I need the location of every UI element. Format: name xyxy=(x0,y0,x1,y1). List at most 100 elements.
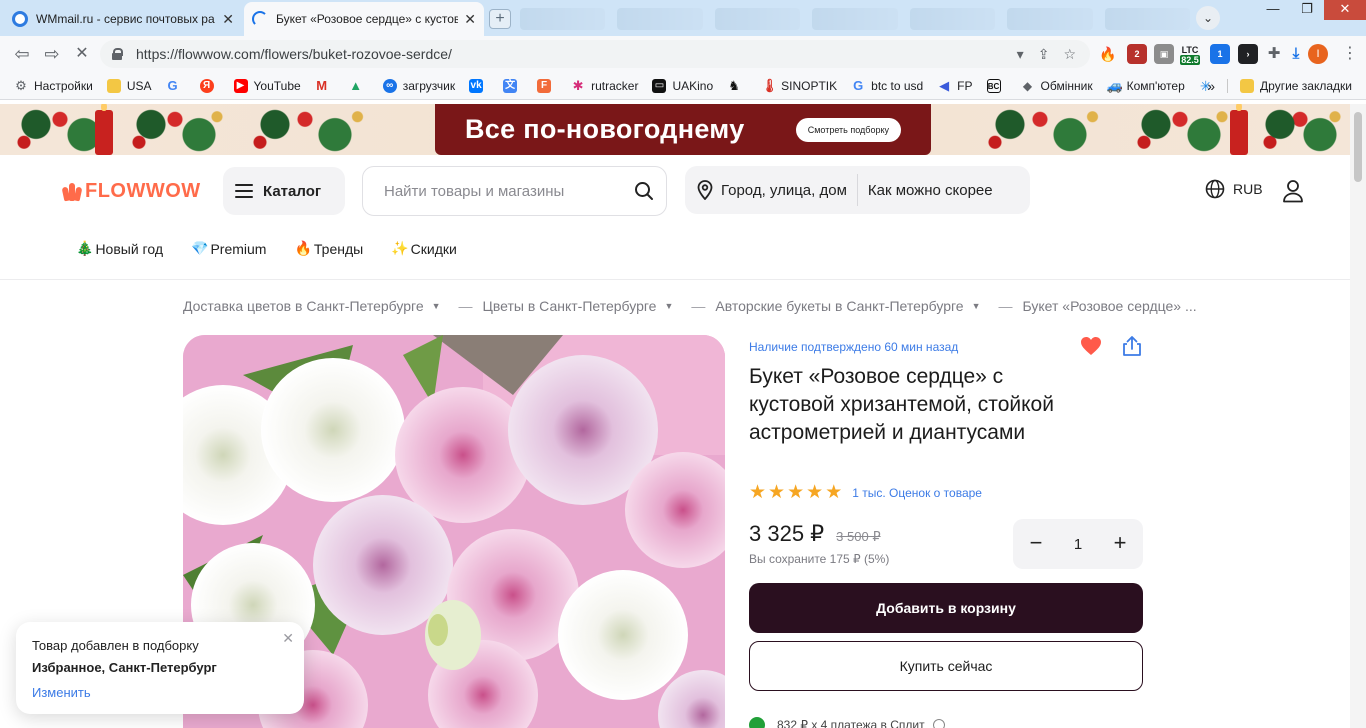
breadcrumb-flowers[interactable]: Цветы в Санкт-Петербурге ▼ xyxy=(483,298,674,314)
tab-title: WMmail.ru - сервис почтовых ра xyxy=(36,12,215,26)
breadcrumb-current: Букет «Розовое сердце» ... xyxy=(1023,298,1197,314)
bookmark-settings[interactable]: ⚙ Настройки xyxy=(14,77,93,93)
bookmark-usa[interactable]: USA xyxy=(106,78,152,93)
category-trends[interactable]: 🔥 Тренды xyxy=(294,240,363,257)
split-text: 832 ₽ x 4 платежа в Сплит xyxy=(777,718,925,728)
breadcrumb: Доставка цветов в Санкт-Петербурге ▼ — Цв… xyxy=(183,298,1197,314)
downloads-icon[interactable]: ⤓ xyxy=(1286,44,1306,64)
browser-menu-icon[interactable]: ⋮ xyxy=(1340,42,1360,66)
bookmark-bc[interactable]: BC xyxy=(986,78,1007,93)
address-label[interactable]: Город, улица, дом xyxy=(721,182,847,199)
search-icon[interactable] xyxy=(634,181,654,201)
delivery-time-label[interactable]: Как можно скорее xyxy=(868,182,993,199)
category-premium[interactable]: 💎 Premium xyxy=(191,240,266,257)
other-bookmarks-label[interactable]: Другие закладки xyxy=(1260,79,1352,93)
shield-extension-icon[interactable]: 2 xyxy=(1127,44,1147,64)
close-tab-icon[interactable]: ✕ xyxy=(464,11,476,28)
back-icon[interactable]: ⇦ xyxy=(10,43,34,65)
window-close-button[interactable]: ✕ xyxy=(1324,0,1366,20)
category-label: Скидки xyxy=(410,240,457,257)
currency-selector[interactable]: RUB xyxy=(1205,179,1263,199)
delivery-location-selector[interactable]: Город, улица, дом Как можно скорее xyxy=(685,166,1030,214)
bookmark-youtube[interactable]: ▶ YouTube xyxy=(233,78,301,93)
gear-icon: ⚙ xyxy=(15,77,27,93)
bookmark-drive[interactable]: ▲ xyxy=(349,78,369,93)
buy-now-button[interactable]: Купить сейчас xyxy=(749,641,1143,691)
category-new-year[interactable]: 🎄 Новый год xyxy=(76,240,163,257)
catalog-button[interactable]: Каталог xyxy=(223,167,345,215)
vk-icon: vk xyxy=(469,78,484,93)
bookmark-rutracker[interactable]: ✱ rutracker xyxy=(571,78,639,93)
bookmark-translate[interactable]: 文 xyxy=(503,78,523,93)
bookmark-obminnik[interactable]: ◆ Обмінник xyxy=(1021,79,1093,93)
bookmark-computer[interactable]: 🚙 Комп'ютер xyxy=(1106,77,1185,93)
location-pin-icon xyxy=(697,180,713,200)
add-to-cart-button[interactable]: Добавить в корзину xyxy=(749,583,1143,633)
split-payment-info[interactable]: 832 ₽ x 4 платежа в Сплит xyxy=(749,717,945,728)
terminal-extension-icon[interactable]: › xyxy=(1238,44,1258,64)
scrollbar-thumb[interactable] xyxy=(1354,112,1362,182)
breadcrumb-author-bouquets[interactable]: Авторские букеты в Санкт-Петербурге ▼ xyxy=(715,298,980,314)
decrease-quantity-button[interactable]: − xyxy=(1023,531,1049,557)
user-profile-icon[interactable] xyxy=(1282,179,1304,203)
info-icon[interactable] xyxy=(932,719,945,728)
maximize-button[interactable]: ❐ xyxy=(1290,0,1324,20)
breadcrumb-delivery[interactable]: Доставка цветов в Санкт-Петербурге ▼ xyxy=(183,298,441,314)
browser-tab-flowwow[interactable]: Букет «Розовое сердце» с кустов ✕ xyxy=(244,2,484,36)
favorite-heart-icon[interactable] xyxy=(1080,336,1102,356)
tab-title: Букет «Розовое сердце» с кустов xyxy=(276,12,459,26)
close-tab-icon[interactable]: ✕ xyxy=(222,11,234,28)
bookmark-sinoptik[interactable]: 🌡 SINOPTIK xyxy=(761,77,837,93)
minimize-button[interactable]: — xyxy=(1256,0,1290,20)
bookmark-label: FP xyxy=(957,78,973,93)
reviews-link[interactable]: 1 тыс. Оценок о товаре xyxy=(852,486,982,500)
browser-tab-wmmail[interactable]: WMmail.ru - сервис почтовых ра ✕ xyxy=(4,2,242,36)
bookmark-label: USA xyxy=(126,78,152,93)
profile-avatar[interactable]: I xyxy=(1308,44,1328,64)
new-tab-button[interactable]: + xyxy=(489,9,511,29)
thermometer-icon: 🌡 xyxy=(761,77,778,93)
category-discounts[interactable]: ✨ Скидки xyxy=(391,240,457,257)
dropdown-arrow-icon[interactable]: ▾ xyxy=(1017,46,1024,63)
bookmark-google[interactable]: G xyxy=(166,78,186,93)
address-bar[interactable]: https://flowwow.com/flowers/buket-rozovo… xyxy=(100,40,1090,68)
share-icon[interactable]: ⇪ xyxy=(1038,46,1050,63)
wmmail-favicon-icon xyxy=(12,11,28,27)
tab-search-button[interactable]: ⌄ xyxy=(1196,6,1220,30)
bookmark-f[interactable]: F xyxy=(537,78,557,93)
fire-extension-icon[interactable]: 🔥 xyxy=(1098,44,1118,64)
page-scrollbar[interactable] xyxy=(1350,104,1366,728)
bookmark-fp[interactable]: ◀ FP xyxy=(937,78,973,93)
stop-loading-icon[interactable]: ✕ xyxy=(70,43,94,65)
extensions-puzzle-icon[interactable]: ✚ xyxy=(1264,44,1284,64)
increase-quantity-button[interactable]: + xyxy=(1107,531,1133,557)
search-input[interactable]: Найти товары и магазины xyxy=(362,166,667,216)
candle-decoration xyxy=(95,104,113,155)
toast-change-link[interactable]: Изменить xyxy=(32,685,91,700)
bookmark-vk[interactable]: vk xyxy=(469,78,489,93)
bookmark-btc-to-usd[interactable]: Gbtc to usd xyxy=(851,78,923,93)
promo-banner[interactable]: Все по-новогоднему Смотреть подборку xyxy=(0,104,1366,155)
car-icon: 🚙 xyxy=(1106,77,1123,93)
chevron-down-icon: ▼ xyxy=(431,301,441,311)
added-to-collection-toast: Товар добавлен в подборку Избранное, Сан… xyxy=(16,622,304,714)
bookmark-uakino[interactable]: ▭ UAKino xyxy=(652,78,713,93)
bookmark-label: Комп'ютер xyxy=(1126,78,1185,93)
banner-view-collection-button[interactable]: Смотреть подборку xyxy=(795,118,901,142)
close-icon[interactable]: ✕ xyxy=(282,630,294,647)
bookmark-chess[interactable]: ♞ xyxy=(727,78,747,93)
bookmark-yandex[interactable]: Я xyxy=(199,78,220,93)
forward-icon[interactable]: ⇨ xyxy=(40,43,64,65)
ltc-price-extension[interactable]: LTC 82.5 xyxy=(1180,44,1200,65)
ltc-value: 82.5 xyxy=(1180,55,1200,65)
share-icon[interactable] xyxy=(1121,335,1143,357)
download-extension-icon[interactable]: 1 xyxy=(1210,44,1230,64)
lock-icon[interactable] xyxy=(112,48,123,60)
url-text[interactable]: https://flowwow.com/flowers/buket-rozovo… xyxy=(136,46,1017,62)
briefcase-extension-icon[interactable]: ▣ xyxy=(1154,44,1174,64)
bookmark-star-icon[interactable]: ☆ xyxy=(1063,46,1076,63)
bookmark-gmail[interactable]: M xyxy=(315,78,335,93)
flowwow-logo[interactable]: FLOWWOW xyxy=(61,180,201,203)
bookmarks-overflow-button[interactable]: » xyxy=(1207,78,1215,94)
bookmark-zagruzchik[interactable]: ∞ загрузчик xyxy=(382,78,455,93)
